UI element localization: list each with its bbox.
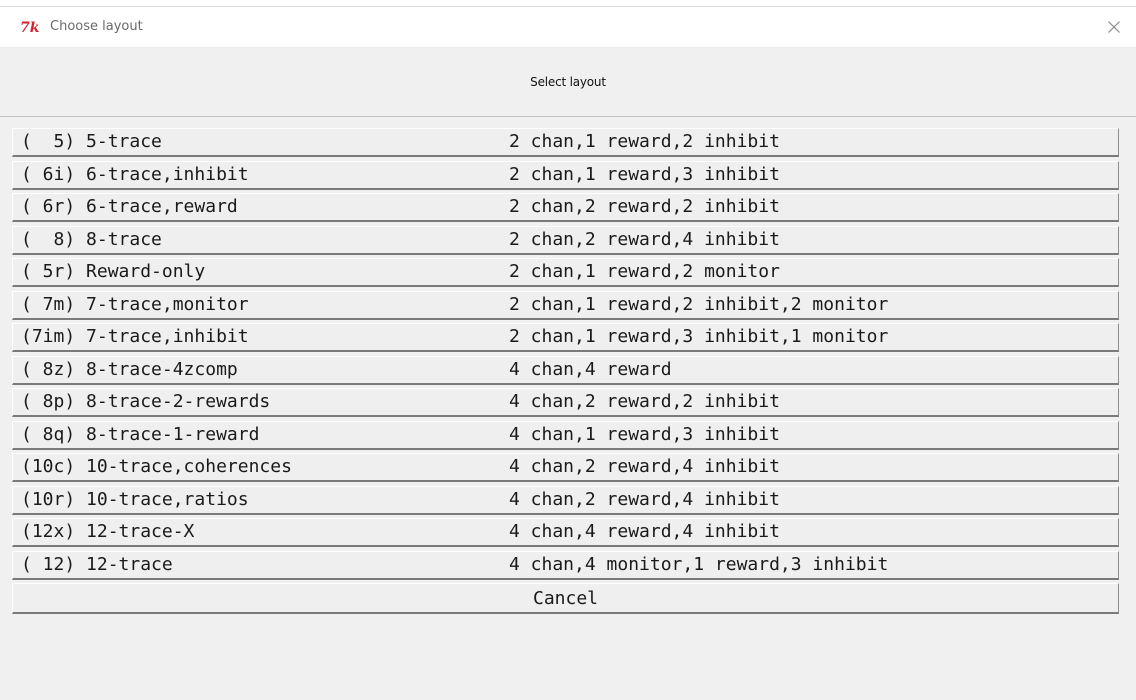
layout-option-6r[interactable]: ( 6r) 6-trace,reward 2 chan,2 reward,2 i… xyxy=(12,193,1119,222)
layout-code: ( 8z) 8-trace-4zcomp xyxy=(21,358,238,380)
layout-description: 4 chan,4 reward,4 inhibit xyxy=(509,521,780,542)
layout-description: 4 chan,2 reward,4 inhibit xyxy=(509,488,780,510)
layout-code: ( 8q) 8-trace-1-reward xyxy=(21,423,260,445)
layout-option-8[interactable]: ( 8) 8-trace 2 chan,2 reward,4 inhibit xyxy=(12,225,1119,255)
layout-description: 4 chan,2 reward,2 inhibit xyxy=(509,391,780,412)
layout-description: 2 chan,1 reward,2 monitor xyxy=(509,261,780,282)
layout-list: ( 5) 5-trace 2 chan,1 reward,2 inhibit (… xyxy=(0,117,1136,614)
title-bar[interactable]: 7k Choose layout xyxy=(0,7,1136,48)
layout-option-12x[interactable]: (12x) 12-trace-X 4 chan,4 reward,4 inhib… xyxy=(12,518,1119,547)
cancel-label: Cancel xyxy=(532,587,599,609)
layout-code: ( 5) 5-trace xyxy=(21,131,162,152)
layout-option-10r[interactable]: (10r) 10-trace,ratios 4 chan,2 reward,4 … xyxy=(12,485,1119,515)
layout-description: 2 chan,2 reward,2 inhibit xyxy=(509,196,780,217)
choose-layout-dialog: 7k Choose layout Select layout ( 5) 5-tr… xyxy=(0,6,1136,700)
layout-description: 2 chan,1 reward,2 inhibit,2 monitor xyxy=(509,293,889,315)
layout-description: 2 chan,1 reward,3 inhibit xyxy=(509,163,780,185)
layout-code: ( 8) 8-trace xyxy=(21,228,162,250)
select-layout-header: Select layout xyxy=(0,48,1136,117)
layout-option-8z[interactable]: ( 8z) 8-trace-4zcomp 4 chan,4 reward xyxy=(12,355,1119,385)
layout-code: ( 12) 12-trace xyxy=(21,553,173,575)
layout-option-5r[interactable]: ( 5r) Reward-only 2 chan,1 reward,2 moni… xyxy=(12,258,1119,287)
layout-code: ( 6i) 6-trace,inhibit xyxy=(21,163,249,185)
layout-description: 4 chan,4 monitor,1 reward,3 inhibit xyxy=(509,553,889,575)
tk-feather-icon: 7k xyxy=(20,19,42,36)
layout-option-12[interactable]: ( 12) 12-trace 4 chan,4 monitor,1 reward… xyxy=(12,550,1119,580)
layout-code: ( 7m) 7-trace,monitor xyxy=(21,293,249,315)
cancel-button[interactable]: Cancel xyxy=(12,583,1119,614)
layout-code: ( 5r) Reward-only xyxy=(21,261,206,282)
layout-option-7im[interactable]: (7im) 7-trace,inhibit 2 chan,1 reward,3 … xyxy=(12,323,1119,352)
layout-description: 4 chan,2 reward,4 inhibit xyxy=(509,456,780,477)
layout-description: 2 chan,1 reward,3 inhibit,1 monitor xyxy=(509,326,889,347)
layout-code: ( 8p) 8-trace-2-rewards xyxy=(21,391,271,412)
close-icon[interactable] xyxy=(1100,13,1128,41)
layout-description: 4 chan,1 reward,3 inhibit xyxy=(509,423,780,445)
layout-description: 2 chan,2 reward,4 inhibit xyxy=(509,228,780,250)
layout-description: 4 chan,4 reward xyxy=(509,358,672,380)
layout-description: 2 chan,1 reward,2 inhibit xyxy=(509,131,780,152)
layout-code: (7im) 7-trace,inhibit xyxy=(21,326,249,347)
layout-option-5[interactable]: ( 5) 5-trace 2 chan,1 reward,2 inhibit xyxy=(12,128,1119,157)
layout-option-10c[interactable]: (10c) 10-trace,coherences 4 chan,2 rewar… xyxy=(12,453,1119,482)
layout-code: (10r) 10-trace,ratios xyxy=(21,488,249,510)
layout-code: ( 6r) 6-trace,reward xyxy=(21,196,238,217)
window-title: Choose layout xyxy=(50,19,143,34)
layout-code: (10c) 10-trace,coherences xyxy=(21,456,292,477)
layout-option-8p[interactable]: ( 8p) 8-trace-2-rewards 4 chan,2 reward,… xyxy=(12,388,1119,417)
layout-option-8q[interactable]: ( 8q) 8-trace-1-reward 4 chan,1 reward,3… xyxy=(12,420,1119,450)
svg-text:7k: 7k xyxy=(20,20,40,35)
layout-code: (12x) 12-trace-X xyxy=(21,521,195,542)
select-layout-label: Select layout xyxy=(530,75,606,89)
layout-option-7m[interactable]: ( 7m) 7-trace,monitor 2 chan,1 reward,2 … xyxy=(12,290,1119,320)
layout-option-6i[interactable]: ( 6i) 6-trace,inhibit 2 chan,1 reward,3 … xyxy=(12,160,1119,190)
